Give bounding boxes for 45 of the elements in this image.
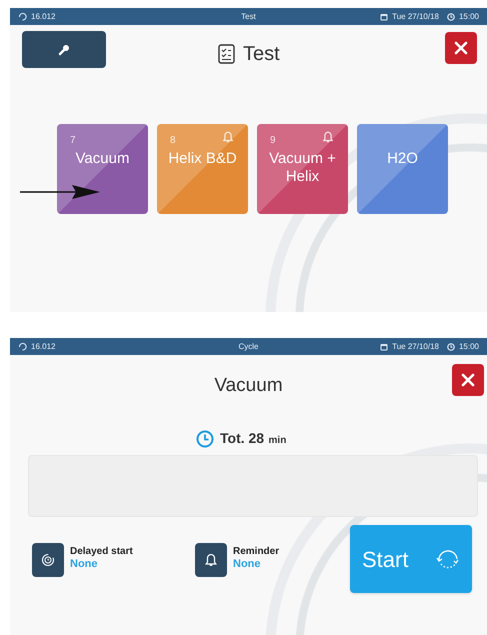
option-value: None — [70, 558, 98, 571]
tile-label: Vacuum + Helix — [268, 150, 337, 186]
clock-icon — [196, 430, 214, 448]
close-button[interactable] — [445, 32, 477, 64]
refresh-icon — [18, 12, 27, 21]
time-text: 15:00 — [458, 10, 479, 22]
tile-number: 7 — [70, 134, 76, 148]
clock-icon — [446, 342, 455, 350]
total-time: Tot. 28 min — [220, 429, 286, 448]
tile-number: 9 — [270, 134, 276, 148]
option-label: Reminder — [233, 545, 280, 558]
program-tile[interactable]: 7 Vacuum — [57, 124, 148, 214]
program-tile[interactable]: 9 Vacuum + Helix — [257, 124, 348, 214]
date-text: Tue 27/10/18 — [392, 340, 439, 352]
tile-number: 8 — [170, 134, 176, 148]
checklist-icon — [218, 44, 235, 64]
timer-icon — [41, 553, 55, 567]
calendar-icon — [380, 342, 388, 350]
option-value: None — [233, 558, 262, 571]
tile-label: Helix B&D — [167, 150, 238, 168]
counter-text: 16.012 — [31, 10, 56, 22]
key-icon — [58, 44, 70, 56]
page-title: Vacuum — [214, 374, 283, 398]
start-button[interactable]: Start — [350, 525, 472, 593]
close-icon — [454, 41, 468, 55]
bell-icon — [203, 552, 219, 568]
close-icon — [461, 373, 475, 387]
program-tile[interactable]: H2O — [357, 124, 448, 214]
time-text: 15:00 — [458, 340, 479, 352]
cycle-icon — [436, 549, 460, 569]
status-title: Test — [241, 10, 256, 22]
delayed-start-button[interactable] — [32, 543, 64, 577]
refresh-icon — [18, 342, 27, 351]
close-button[interactable] — [452, 364, 484, 396]
date-text: Tue 27/10/18 — [392, 10, 439, 22]
reminder-button[interactable] — [195, 543, 227, 577]
program-tile[interactable]: 8 Helix B&D — [157, 124, 248, 214]
counter-text: 16.012 — [31, 340, 56, 352]
calendar-icon — [380, 12, 388, 20]
tile-label: Vacuum — [74, 150, 130, 168]
page-title: Test — [243, 42, 280, 67]
status-title: Cycle — [238, 340, 258, 352]
option-label: Delayed start — [70, 545, 133, 558]
tile-label: H2O — [386, 150, 419, 168]
clock-icon — [446, 12, 455, 20]
